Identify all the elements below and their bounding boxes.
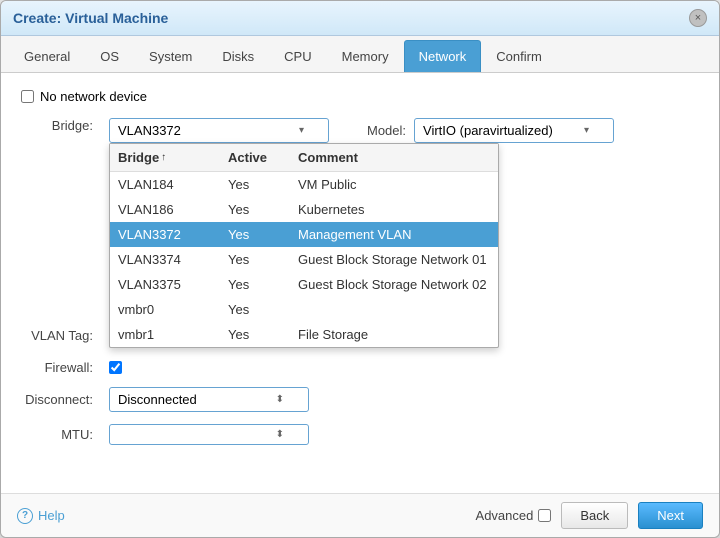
row-comment-6: File Storage [298,327,490,342]
advanced-label: Advanced [476,508,552,523]
row-bridge-2: VLAN3372 [118,227,228,242]
vlan-tag-label: VLAN Tag: [21,328,101,343]
next-button[interactable]: Next [638,502,703,529]
row-comment-2: Management VLAN [298,227,490,242]
row-comment-4: Guest Block Storage Network 02 [298,277,490,292]
back-button[interactable]: Back [561,502,628,529]
col-active-header: Active [228,150,298,165]
row-active-2: Yes [228,227,298,242]
mtu-label: MTU: [21,427,101,442]
disconnect-label: Disconnect: [21,392,101,407]
mtu-select[interactable]: ⬍ [109,424,309,445]
row-bridge-5: vmbr0 [118,302,228,317]
model-select-wrapper: VirtIO (paravirtualized) ▾ [414,118,614,143]
dropdown-row-1[interactable]: VLAN186 Yes Kubernetes [110,197,498,222]
close-button[interactable]: × [689,9,707,27]
tab-cpu[interactable]: CPU [269,40,326,72]
no-network-checkbox[interactable] [21,90,34,103]
sort-arrow: ↑ [161,152,166,163]
help-button[interactable]: ? Help [17,508,65,524]
dropdown-row-3[interactable]: VLAN3374 Yes Guest Block Storage Network… [110,247,498,272]
advanced-checkbox[interactable] [538,509,551,522]
bridge-dropdown-arrow: ▾ [299,125,304,136]
footer-right: Advanced Back Next [476,502,703,529]
col-comment-header: Comment [298,150,490,165]
dropdown-row-5[interactable]: vmbr0 Yes [110,297,498,322]
tab-bar: General OS System Disks CPU Memory Netwo… [1,36,719,73]
row-bridge-0: VLAN184 [118,177,228,192]
row-bridge-6: vmbr1 [118,327,228,342]
model-label: Model: [367,123,406,138]
row-comment-0: VM Public [298,177,490,192]
create-vm-dialog: Create: Virtual Machine × General OS Sys… [0,0,720,538]
tab-os[interactable]: OS [85,40,134,72]
row-bridge-4: VLAN3375 [118,277,228,292]
row-active-6: Yes [228,327,298,342]
tab-memory[interactable]: Memory [327,40,404,72]
bridge-selected-value: VLAN3372 [118,123,181,138]
bridge-dropdown: Bridge ↑ Active Comment VLAN184 Yes VM P… [109,143,499,348]
tab-general[interactable]: General [9,40,85,72]
model-select[interactable]: VirtIO (paravirtualized) ▾ [414,118,614,143]
row-bridge-3: VLAN3374 [118,252,228,267]
row-comment-1: Kubernetes [298,202,490,217]
dropdown-row-0[interactable]: VLAN184 Yes VM Public [110,172,498,197]
row-comment-5 [298,302,490,317]
model-selected-value: VirtIO (paravirtualized) [423,123,553,138]
firewall-row: Firewall: [21,360,699,375]
no-network-row: No network device [21,89,699,104]
tab-network[interactable]: Network [404,40,482,72]
row-active-5: Yes [228,302,298,317]
row-comment-3: Guest Block Storage Network 01 [298,252,490,267]
tab-confirm[interactable]: Confirm [481,40,557,72]
dropdown-row-2[interactable]: VLAN3372 Yes Management VLAN [110,222,498,247]
disconnect-select-wrapper: Disconnected ⬍ [109,387,309,412]
help-label: Help [38,508,65,523]
disconnect-value: Disconnected [118,392,197,407]
bridge-select-wrapper: VLAN3372 ▾ Bridge ↑ Active Comment [109,118,329,143]
row-active-3: Yes [228,252,298,267]
mtu-select-wrapper: ⬍ [109,424,309,445]
dropdown-row-6[interactable]: vmbr1 Yes File Storage [110,322,498,347]
no-network-label: No network device [40,89,147,104]
help-icon: ? [17,508,33,524]
tab-disks[interactable]: Disks [207,40,269,72]
disconnect-row: Disconnect: Disconnected ⬍ [21,387,699,412]
dropdown-header: Bridge ↑ Active Comment [110,144,498,172]
bridge-label: Bridge: [21,118,101,133]
mtu-row: MTU: ⬍ [21,424,699,445]
row-bridge-1: VLAN186 [118,202,228,217]
row-active-4: Yes [228,277,298,292]
dialog-footer: ? Help Advanced Back Next [1,493,719,537]
model-dropdown-arrow: ▾ [584,125,589,136]
row-active-0: Yes [228,177,298,192]
firewall-checkbox[interactable] [109,361,122,374]
row-active-1: Yes [228,202,298,217]
dropdown-row-4[interactable]: VLAN3375 Yes Guest Block Storage Network… [110,272,498,297]
dialog-title: Create: Virtual Machine [13,10,168,26]
form-content: No network device Bridge: VLAN3372 ▾ Bri… [1,73,719,493]
firewall-label: Firewall: [21,360,101,375]
bridge-select[interactable]: VLAN3372 ▾ [109,118,329,143]
tab-system[interactable]: System [134,40,207,72]
dialog-header: Create: Virtual Machine × [1,1,719,36]
bridge-row: Bridge: VLAN3372 ▾ Bridge ↑ [21,118,699,143]
col-bridge-header: Bridge ↑ [118,150,228,165]
disconnect-select[interactable]: Disconnected ⬍ [109,387,309,412]
model-row: Model: VirtIO (paravirtualized) ▾ [357,118,614,143]
